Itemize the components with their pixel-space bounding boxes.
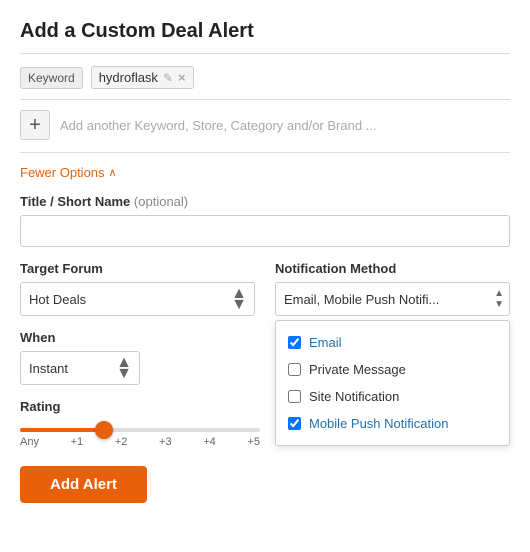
notification-method-wrapper: Email, Mobile Push Notifi... ▲ ▼ Email P… [275,282,510,316]
notification-method-col: Notification Method Email, Mobile Push N… [275,261,510,316]
target-forum-label: Target Forum [20,261,255,276]
dropdown-option-email[interactable]: Email [276,329,509,356]
when-select[interactable]: Instant Daily Digest Weekly Digest [20,351,140,385]
slider-track [20,428,260,432]
add-alert-button[interactable]: Add Alert [20,466,147,503]
rating-tick-2: +2 [115,436,128,448]
keyword-row: Keyword hydroflask ✎ × [20,66,510,100]
remove-icon[interactable]: × [178,70,186,85]
dropdown-option-mobile-label: Mobile Push Notification [309,416,448,431]
keyword-tag: hydroflask ✎ × [91,66,194,89]
slider-thumb[interactable] [95,421,113,439]
rating-tick-4: +4 [203,436,216,448]
dropdown-option-pm[interactable]: Private Message [276,356,509,383]
notification-method-display[interactable]: Email, Mobile Push Notifi... ▲ ▼ [275,282,510,316]
title-optional: (optional) [134,194,188,209]
dropdown-option-site[interactable]: Site Notification [276,383,509,410]
title-input[interactable] [20,215,510,247]
checkbox-pm[interactable] [288,363,301,376]
dropdown-option-site-label: Site Notification [309,389,399,404]
when-select-wrapper: Instant Daily Digest Weekly Digest ▲ ▼ [20,351,140,385]
dropdown-option-mobile[interactable]: Mobile Push Notification [276,410,509,437]
checkbox-mobile[interactable] [288,417,301,430]
title-field-section: Title / Short Name (optional) [20,194,510,261]
fewer-options-chevron: ∧ [109,166,117,179]
keyword-label: Keyword [20,67,83,89]
rating-tick-5: +5 [247,436,260,448]
fewer-options-label: Fewer Options [20,165,105,180]
rating-tick-any: Any [20,436,39,448]
checkbox-site[interactable] [288,390,301,403]
notification-dropdown: Email Private Message Site Notification … [275,320,510,446]
notification-method-arrows-icon: ▲ ▼ [494,288,504,310]
target-forum-col: Target Forum Hot Deals All Deals Frontpa… [20,261,255,316]
keyword-tag-value: hydroflask [99,70,158,85]
dropdown-option-pm-label: Private Message [309,362,406,377]
add-filter-placeholder: Add another Keyword, Store, Category and… [60,118,377,133]
two-col-section: Target Forum Hot Deals All Deals Frontpa… [20,261,510,316]
notification-method-text: Email, Mobile Push Notifi... [284,292,481,307]
rating-tick-1: +1 [71,436,84,448]
checkbox-email[interactable] [288,336,301,349]
dropdown-option-email-label: Email [309,335,342,350]
target-forum-select-wrapper: Hot Deals All Deals Frontpage ▲ ▼ [20,282,255,316]
title-field-label: Title / Short Name (optional) [20,194,510,209]
page-title: Add a Custom Deal Alert [20,20,510,54]
slider-container: Any +1 +2 +3 +4 +5 [20,428,260,448]
target-forum-select[interactable]: Hot Deals All Deals Frontpage [20,282,255,316]
slider-fill [20,428,104,432]
notification-method-label: Notification Method [275,261,510,276]
rating-tick-3: +3 [159,436,172,448]
add-filter-button[interactable]: + [20,110,50,140]
edit-icon[interactable]: ✎ [163,71,173,85]
fewer-options-link[interactable]: Fewer Options ∧ [20,165,510,180]
add-filter-row: + Add another Keyword, Store, Category a… [20,110,510,153]
slider-labels: Any +1 +2 +3 +4 +5 [20,436,260,448]
